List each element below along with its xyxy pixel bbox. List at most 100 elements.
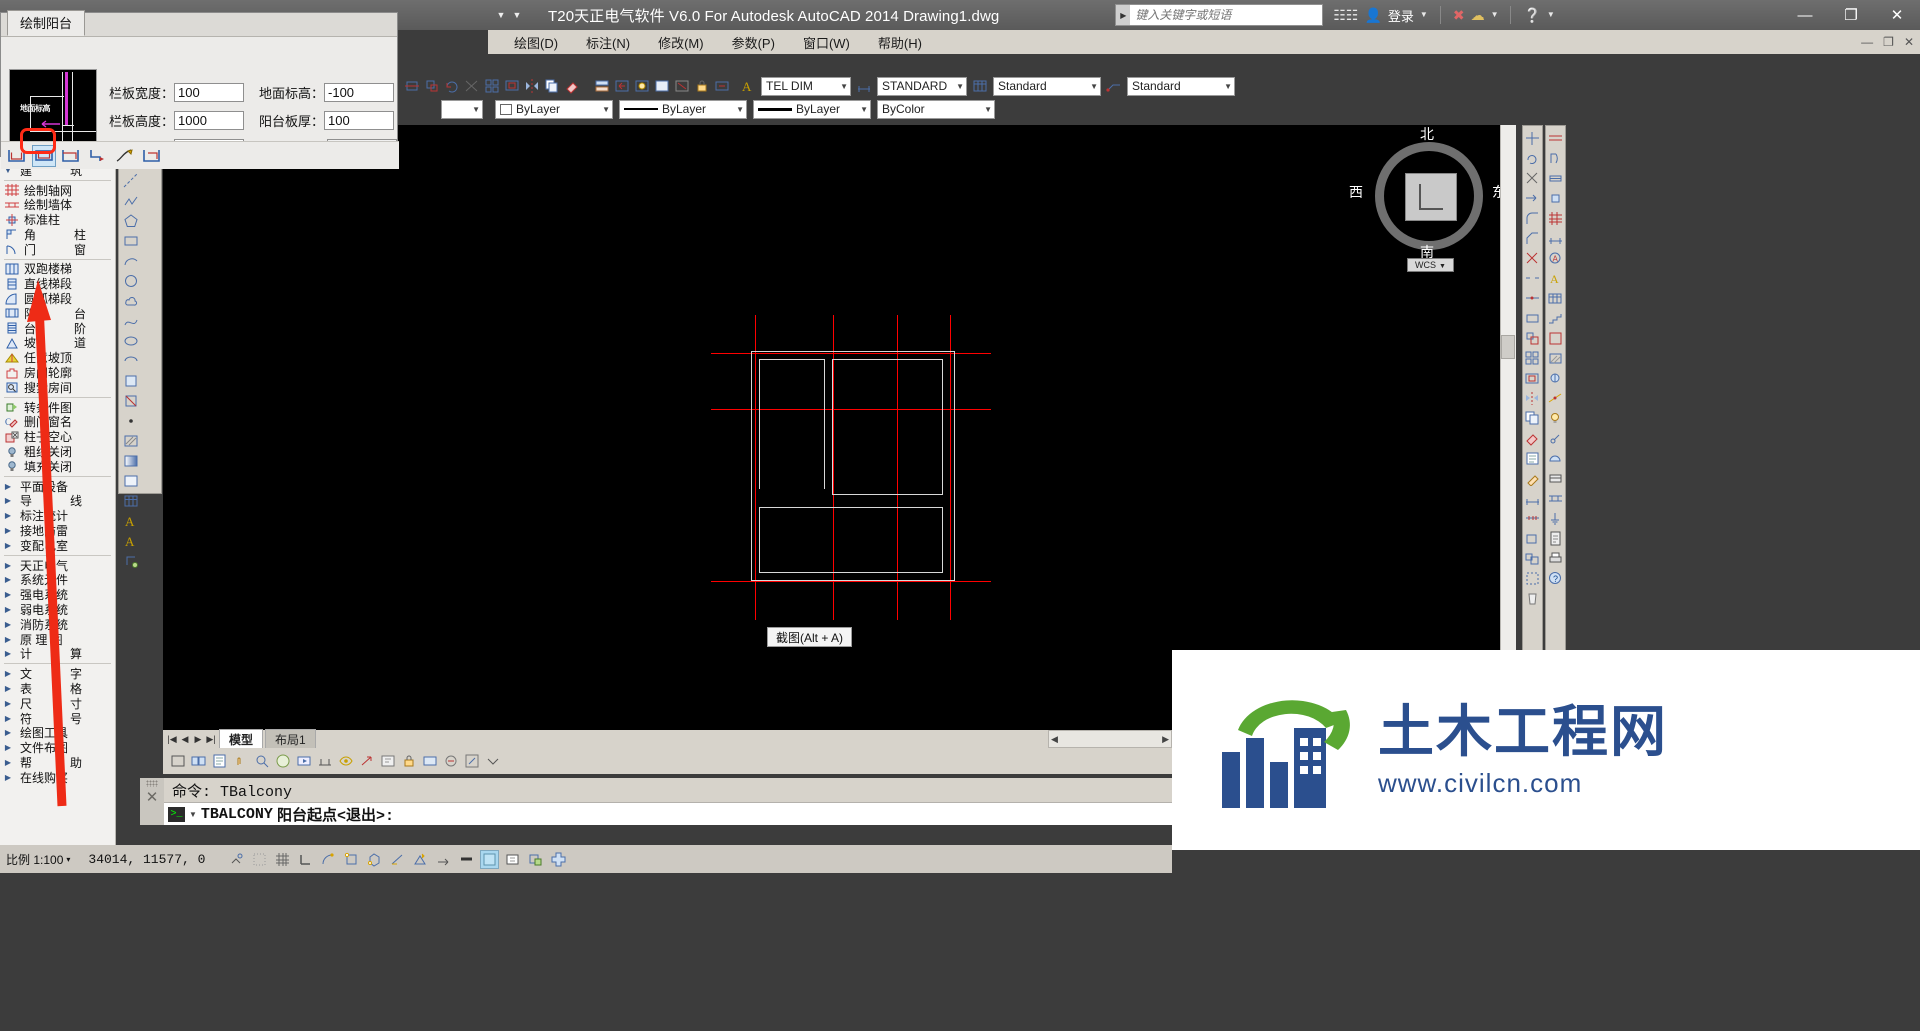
signin-label[interactable]: 登录 <box>1388 6 1414 25</box>
dynamic-ucs-icon[interactable] <box>411 850 430 869</box>
measure-icon[interactable] <box>1524 489 1542 507</box>
text-icon[interactable]: A <box>121 531 141 551</box>
point-icon[interactable] <box>121 411 141 431</box>
sidebar-item-dim-statistics[interactable]: ▶ 标注统计 <box>0 508 115 523</box>
chevron-right-icon[interactable]: ▶ <box>0 496 16 505</box>
layout-prev-icon[interactable]: ◀ <box>179 734 191 745</box>
chevron-down-icon[interactable]: ▼ <box>956 82 964 91</box>
sidebar-item-online-purchase[interactable]: ▶ 在线购买 <box>0 770 115 785</box>
tz-lighting-icon[interactable] <box>1547 409 1565 427</box>
app-status-menu-icon[interactable] <box>484 752 502 770</box>
menu-item-params[interactable]: 参数(P) <box>718 31 789 54</box>
tz-hatch-icon[interactable] <box>1547 349 1565 367</box>
qat-customize-icon[interactable]: ▼ <box>510 8 524 22</box>
sidebar-item-drawing-tools[interactable]: ▶ 绘图工具 <box>0 725 115 740</box>
balcony-draw-free-button[interactable] <box>113 145 137 167</box>
sidebar-item-system-components[interactable]: ▶ 系统元件 <box>0 573 115 587</box>
layout-last-icon[interactable]: ▶| <box>205 734 217 745</box>
plotstyle-combo[interactable]: ByColor ▼ <box>877 99 995 119</box>
sidebar-item-search-room[interactable]: 搜索房间 <box>0 380 115 395</box>
sidebar-item-corner-column[interactable]: 角柱 <box>0 227 115 242</box>
grid-display-icon[interactable] <box>273 850 292 869</box>
erase-icon[interactable] <box>563 77 581 95</box>
scale-caret-icon[interactable]: ▾ <box>66 855 70 864</box>
tz-panel-icon[interactable] <box>1547 469 1565 487</box>
chevron-right-icon[interactable]: ▶ <box>0 728 16 737</box>
balcony-shape-6-button[interactable] <box>140 145 164 167</box>
tz-calc-icon[interactable] <box>1547 529 1565 547</box>
stretch-icon[interactable] <box>403 77 421 95</box>
show-lineweight-icon[interactable] <box>457 850 476 869</box>
help-search-box[interactable]: ▶ <box>1115 4 1324 26</box>
quick-access-toolbar[interactable]: ▼ ▼ <box>488 0 530 30</box>
help-caret-icon[interactable]: ▼ <box>1547 11 1555 19</box>
circle-icon[interactable] <box>121 271 141 291</box>
chevron-right-icon[interactable]: ▶ <box>0 743 16 752</box>
layer-combo[interactable]: ▼ <box>441 99 483 119</box>
insert-block-icon[interactable] <box>121 371 141 391</box>
tz-table-icon[interactable] <box>1547 289 1565 307</box>
command-line-dock-handle[interactable]: ✕ <box>140 778 164 825</box>
sidebar-item-table[interactable]: ▶ 表格 <box>0 681 115 696</box>
sidebar-item-plan-equipment[interactable]: ▶ 平面设备 <box>0 479 115 494</box>
ellipse-arc-icon[interactable] <box>121 351 141 371</box>
annotation-scale-icon[interactable] <box>316 752 334 770</box>
hscroll-right-icon[interactable]: ▶ <box>1162 734 1169 745</box>
scale-tool-icon[interactable] <box>1524 329 1542 347</box>
dim-style-combo[interactable]: STANDARD ▼ <box>877 76 967 96</box>
tz-text-icon[interactable]: A <box>1547 269 1565 287</box>
chevron-right-icon[interactable]: ▶ <box>0 620 16 629</box>
divide-icon[interactable] <box>1524 509 1542 527</box>
array-icon[interactable] <box>483 77 501 95</box>
join-icon[interactable] <box>1524 289 1542 307</box>
sidebar-item-ramp[interactable]: 坡道 <box>0 336 115 350</box>
layout-first-icon[interactable]: |◀ <box>166 734 178 745</box>
toolbar-row-1[interactable]: A TEL DIM ▼ STANDARD ▼ Standard ▼ Standa… <box>398 74 1508 98</box>
layer-prev-icon[interactable] <box>613 77 631 95</box>
chevron-right-icon[interactable]: ▶ <box>0 684 16 693</box>
xclip-icon[interactable] <box>1524 569 1542 587</box>
chevron-right-icon[interactable]: ▶ <box>0 699 16 708</box>
mirror-icon[interactable] <box>523 77 541 95</box>
window-buttons[interactable]: — ❐ ✕ <box>1782 0 1920 30</box>
tz-device-icon[interactable] <box>1547 369 1565 387</box>
chevron-right-icon[interactable]: ▶ <box>0 669 16 678</box>
pan-icon[interactable] <box>232 752 250 770</box>
viewcube-cube[interactable] <box>1405 173 1457 221</box>
sidebar-item-free-roof[interactable]: 任意坡顶 <box>0 350 115 365</box>
balcony-shape-3-button[interactable] <box>59 145 83 167</box>
chevron-right-icon[interactable]: ▶ <box>0 575 16 584</box>
command-line-area[interactable]: 命令: TBalcony >_ ▼ TBALCONY 阳台起点<退出>: <box>140 778 1172 825</box>
region-icon[interactable] <box>121 471 141 491</box>
revcloud-icon[interactable] <box>121 291 141 311</box>
status-bar[interactable]: 比例 1:100 ▾ 34014, 11577, 0 <box>0 845 1172 873</box>
chevron-right-icon[interactable]: ▶ <box>0 526 16 535</box>
chevron-right-icon[interactable]: ▶ <box>0 482 16 491</box>
ellipse-icon[interactable] <box>121 331 141 351</box>
canvas-vertical-scroll-thumb[interactable] <box>1501 335 1515 359</box>
layout-next-icon[interactable]: ▶ <box>192 734 204 745</box>
chevron-down-icon[interactable]: ▼ <box>1224 82 1232 91</box>
menu-item-modify[interactable]: 修改(M) <box>644 31 718 54</box>
sidebar-item-erase-door-window-name[interactable]: C 删门窗名 <box>0 415 115 429</box>
offset-icon[interactable] <box>503 77 521 95</box>
offset-tool-icon[interactable] <box>1524 369 1542 387</box>
command-options-caret-icon[interactable]: ▼ <box>189 810 197 819</box>
matchprop-icon[interactable] <box>1524 469 1542 487</box>
toolbar-lock-icon[interactable] <box>400 752 418 770</box>
sidebar-item-draw-axis-grid[interactable]: 绘制轴网 <box>0 183 115 198</box>
trim-tool-icon[interactable] <box>1524 169 1542 187</box>
tz-stair-icon[interactable] <box>1547 309 1565 327</box>
chevron-right-icon[interactable]: ▶ <box>0 714 16 723</box>
chevron-right-icon[interactable]: ▶ <box>0 773 16 782</box>
layout-nav-buttons[interactable]: |◀ ◀ ▶ ▶| <box>163 734 217 745</box>
tz-door-icon[interactable] <box>1547 149 1565 167</box>
drawing-window-controls[interactable]: — ❐ ✕ <box>1861 30 1914 54</box>
sidebar-item-balcony[interactable]: 阳台 <box>0 306 115 321</box>
sidebar-item-room-outline[interactable]: 房间轮廓 <box>0 365 115 380</box>
object-snap-tracking-icon[interactable] <box>388 850 407 869</box>
dialog-tab-draw-balcony[interactable]: 绘制阳台 <box>7 10 86 36</box>
layer-freeze-icon[interactable] <box>633 77 651 95</box>
3d-object-snap-icon[interactable] <box>365 850 384 869</box>
layout-tab-bar[interactable]: |◀ ◀ ▶ ▶| 模型 布局1 <box>163 729 1172 749</box>
